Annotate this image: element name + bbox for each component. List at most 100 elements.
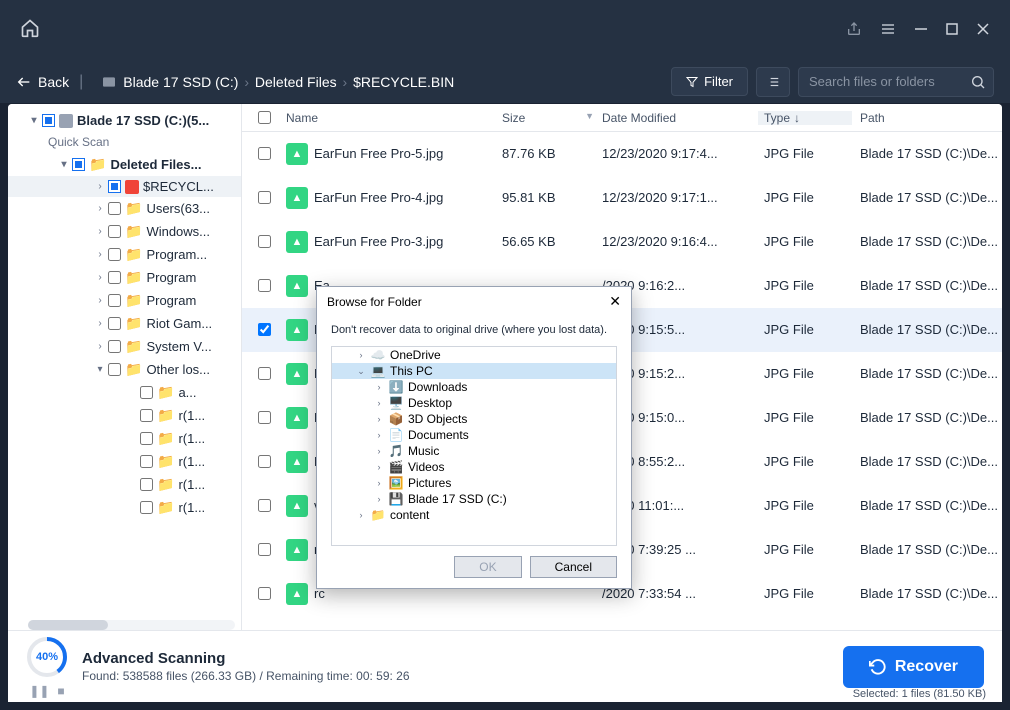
dialog-folder-tree[interactable]: ›☁️OneDrive⌄💻This PC›⬇️Downloads›🖥️Deskt… <box>331 346 617 546</box>
chevron-icon[interactable]: › <box>94 226 106 237</box>
chevron-icon[interactable]: › <box>94 203 106 214</box>
checkbox-partial[interactable] <box>108 180 121 193</box>
chevron-icon[interactable]: ▾ <box>94 364 106 375</box>
stop-button[interactable]: ■ <box>57 684 64 698</box>
checkbox-partial[interactable] <box>42 114 55 127</box>
tree-item[interactable]: ›📁Windows... <box>8 220 241 243</box>
chevron-icon[interactable]: › <box>374 462 384 472</box>
checkbox-partial[interactable] <box>72 158 85 171</box>
dialog-tree-item[interactable]: ›📦3D Objects <box>332 411 616 427</box>
scrollbar-thumb[interactable] <box>28 620 108 630</box>
tree-checkbox[interactable] <box>108 202 121 215</box>
row-checkbox[interactable] <box>258 587 271 600</box>
row-checkbox[interactable] <box>258 279 271 292</box>
dialog-tree-item[interactable]: ›🎬Videos <box>332 459 616 475</box>
chevron-icon[interactable]: › <box>374 446 384 456</box>
col-path[interactable]: Path <box>852 111 1002 125</box>
row-checkbox[interactable] <box>258 499 271 512</box>
tree-checkbox[interactable] <box>140 432 153 445</box>
tree-item[interactable]: 📁r(1... <box>8 450 241 473</box>
back-button[interactable]: Back <box>16 74 69 90</box>
chevron-icon[interactable]: › <box>374 414 384 424</box>
home-icon[interactable] <box>20 18 40 43</box>
file-row[interactable]: ▲EarFun Free Pro-4.jpg95.81 KB12/23/2020… <box>242 176 1002 220</box>
crumb-2[interactable]: $RECYCLE.BIN <box>353 74 454 90</box>
col-size[interactable]: Size ▼ <box>502 111 602 125</box>
col-name[interactable]: Name <box>286 111 502 125</box>
tree-checkbox[interactable] <box>108 363 121 376</box>
chevron-icon[interactable]: › <box>374 382 384 392</box>
tree-root[interactable]: ▾ Blade 17 SSD (C:)(5... <box>8 110 241 131</box>
ok-button[interactable]: OK <box>454 556 521 578</box>
tree-item[interactable]: ›📁Program <box>8 266 241 289</box>
file-row[interactable]: ▲EarFun Free Pro-3.jpg56.65 KB12/23/2020… <box>242 220 1002 264</box>
dialog-tree-item[interactable]: ›⬇️Downloads <box>332 379 616 395</box>
row-checkbox[interactable] <box>258 543 271 556</box>
maximize-icon[interactable] <box>946 22 958 38</box>
minimize-icon[interactable] <box>914 22 928 39</box>
scrollbar[interactable] <box>28 620 235 630</box>
pause-button[interactable]: ❚❚ <box>29 684 49 698</box>
chevron-icon[interactable]: › <box>374 398 384 408</box>
chevron-icon[interactable]: › <box>94 318 106 329</box>
chevron-icon[interactable]: › <box>94 272 106 283</box>
chevron-icon[interactable]: › <box>94 249 106 260</box>
file-row[interactable]: ▲EarFun Free Pro-5.jpg87.76 KB12/23/2020… <box>242 132 1002 176</box>
tree-item[interactable]: 📁r(1... <box>8 496 241 519</box>
chevron-icon[interactable]: › <box>94 181 106 192</box>
tree-checkbox[interactable] <box>140 386 153 399</box>
cancel-button[interactable]: Cancel <box>530 556 617 578</box>
search-input[interactable] <box>798 67 994 97</box>
tree-checkbox[interactable] <box>108 248 121 261</box>
chevron-down-icon[interactable]: ▾ <box>58 159 70 170</box>
tree-deleted-files[interactable]: ▾ 📁 Deleted Files... <box>8 153 241 176</box>
close-icon[interactable] <box>976 22 990 39</box>
chevron-icon[interactable]: ⌄ <box>356 366 366 377</box>
tree-item[interactable]: ›📁System V... <box>8 335 241 358</box>
row-checkbox[interactable] <box>258 147 271 160</box>
row-checkbox[interactable] <box>258 411 271 424</box>
search-icon[interactable] <box>970 74 986 95</box>
row-checkbox[interactable] <box>258 455 271 468</box>
chevron-icon[interactable]: › <box>94 295 106 306</box>
crumb-0[interactable]: Blade 17 SSD (C:) <box>123 74 238 90</box>
row-checkbox[interactable] <box>258 367 271 380</box>
dialog-tree-item[interactable]: ›🖥️Desktop <box>332 395 616 411</box>
breadcrumbs[interactable]: Blade 17 SSD (C:) › Deleted Files › $REC… <box>101 74 454 90</box>
chevron-icon[interactable]: › <box>356 350 366 360</box>
tree-item[interactable]: ›📁Users(63... <box>8 197 241 220</box>
tree-item[interactable]: ›📁Program <box>8 289 241 312</box>
col-check[interactable] <box>242 111 286 124</box>
tree-item[interactable]: 📁a... <box>8 381 241 404</box>
tree-item[interactable]: ›📁Riot Gam... <box>8 312 241 335</box>
tree-checkbox[interactable] <box>108 317 121 330</box>
dialog-tree-item[interactable]: ›🎵Music <box>332 443 616 459</box>
tree-item[interactable]: 📁r(1... <box>8 427 241 450</box>
tree-checkbox[interactable] <box>140 478 153 491</box>
crumb-1[interactable]: Deleted Files <box>255 74 337 90</box>
chevron-icon[interactable]: › <box>374 494 384 504</box>
filter-button[interactable]: Filter <box>671 67 748 96</box>
tree-checkbox[interactable] <box>108 225 121 238</box>
recover-button[interactable]: Recover <box>843 646 984 688</box>
tree-item[interactable]: ›📁Program... <box>8 243 241 266</box>
tree-checkbox[interactable] <box>108 294 121 307</box>
chevron-down-icon[interactable]: ▾ <box>28 115 40 126</box>
dialog-tree-item[interactable]: ›☁️OneDrive <box>332 347 616 363</box>
row-checkbox[interactable] <box>258 235 271 248</box>
tree-checkbox[interactable] <box>140 455 153 468</box>
tree-checkbox[interactable] <box>108 271 121 284</box>
chevron-icon[interactable]: › <box>94 341 106 352</box>
dialog-tree-item[interactable]: ›📄Documents <box>332 427 616 443</box>
header-checkbox[interactable] <box>258 111 271 124</box>
dialog-tree-item[interactable]: ›💾Blade 17 SSD (C:) <box>332 491 616 507</box>
chevron-icon[interactable]: › <box>374 430 384 440</box>
tree-item[interactable]: 📁r(1... <box>8 404 241 427</box>
tree-item[interactable]: 📁r(1... <box>8 473 241 496</box>
tree-checkbox[interactable] <box>108 340 121 353</box>
dialog-tree-item[interactable]: ›🖼️Pictures <box>332 475 616 491</box>
chevron-icon[interactable]: › <box>374 478 384 488</box>
chevron-icon[interactable]: › <box>356 510 366 520</box>
dialog-close-button[interactable]: ✕ <box>609 293 621 310</box>
menu-icon[interactable] <box>880 21 896 40</box>
